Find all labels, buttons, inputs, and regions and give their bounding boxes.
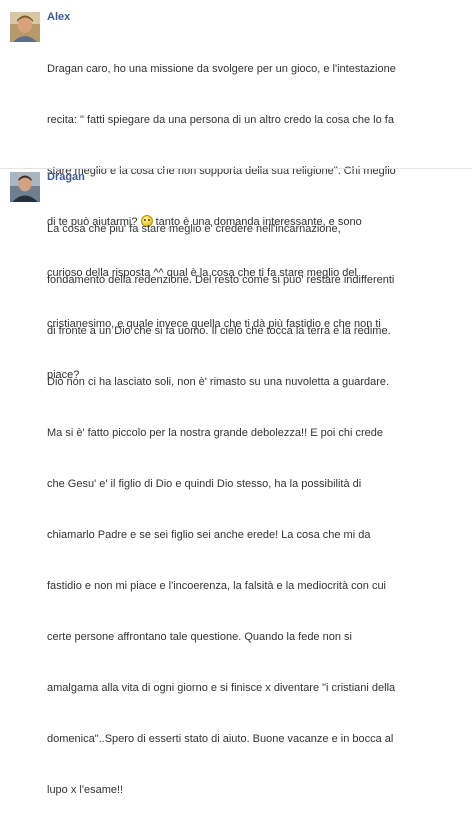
message-line: Dio non ci ha lasciato soli, non è' rima… <box>47 376 390 388</box>
message-line: amalgama alla vita di ogni giorno e si f… <box>47 682 396 694</box>
message-text: La cosa che più' fa stare meglio e' cred… <box>47 187 467 824</box>
message-line: che Gesu' e' il figlio di Dio e quindi D… <box>47 478 362 490</box>
message-line: certe persone affrontano tale questione.… <box>47 631 352 643</box>
message-line: di fronte a un Dio che si fa uomo. Il ci… <box>47 325 391 337</box>
user-avatar-icon[interactable] <box>10 172 40 202</box>
author-name-link[interactable]: Dragan <box>47 169 467 187</box>
avatar-photo-alex <box>10 12 40 42</box>
author-name-link[interactable]: Alex <box>47 9 467 27</box>
message-line: fondamento della redenzione. Del resto c… <box>47 274 395 286</box>
message-line: Ma si è' fatto piccolo per la nostra gra… <box>47 427 383 439</box>
message-line: La cosa che più' fa stare meglio e' cred… <box>47 223 341 235</box>
message-line: recita: " fatti spiegare da una persona … <box>47 114 394 126</box>
message-thread: Alex Dragan caro, ho una missione da svo… <box>0 0 472 796</box>
avatar-photo-dragan <box>10 172 40 202</box>
user-avatar-icon[interactable] <box>10 12 40 42</box>
message-line: chiamarlo Padre e se sei figlio sei anch… <box>47 529 371 541</box>
message-line: lupo x l'esame!! <box>47 784 124 796</box>
message-item: Dragan La cosa che più' fa stare meglio … <box>0 168 472 796</box>
message-line: Dragan caro, ho una missione da svolgere… <box>47 63 396 75</box>
message-line: fastidio e non mi piace e l'incoerenza, … <box>47 580 387 592</box>
message-line: domenica"..Spero di esserti stato di aiu… <box>47 733 394 745</box>
